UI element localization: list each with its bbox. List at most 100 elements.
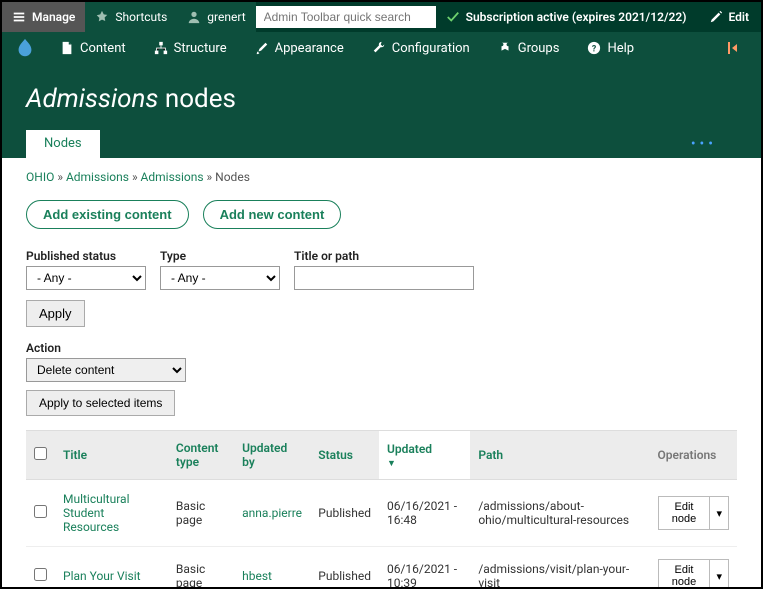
crumb-adm1[interactable]: Admissions bbox=[66, 170, 129, 184]
edit-node-dropdown[interactable]: ▾ bbox=[710, 559, 729, 589]
row-title-link[interactable]: Multicultural Student Resources bbox=[63, 492, 130, 534]
row-ctype: Basic page bbox=[168, 480, 234, 547]
row-title-link[interactable]: Plan Your Visit bbox=[63, 569, 141, 583]
groups-icon bbox=[498, 41, 512, 55]
structure-icon bbox=[154, 41, 168, 55]
type-select[interactable]: - Any - bbox=[160, 266, 280, 290]
col-status[interactable]: Status bbox=[310, 431, 379, 480]
row-status: Published bbox=[310, 547, 379, 589]
edit-button[interactable]: Edit bbox=[697, 10, 761, 24]
type-label: Type bbox=[160, 249, 280, 263]
breadcrumb: OHIO » Admissions » Admissions » Nodes bbox=[26, 170, 737, 184]
col-ctype[interactable]: Content type bbox=[168, 431, 234, 480]
title-path-label: Title or path bbox=[294, 249, 474, 263]
page-header: Admissions nodes Nodes ••• bbox=[2, 64, 761, 158]
table-header-row: Title Content type Updated by Status Upd… bbox=[26, 431, 737, 480]
edit-node-dropdown[interactable]: ▾ bbox=[710, 496, 729, 530]
collapse-toolbar-button[interactable] bbox=[717, 41, 753, 55]
pub-status-select[interactable]: - Any - bbox=[26, 266, 146, 290]
edit-node-button[interactable]: Edit node bbox=[658, 496, 711, 530]
menu-content-label: Content bbox=[80, 41, 126, 56]
select-all-checkbox[interactable] bbox=[34, 447, 47, 460]
col-path[interactable]: Path bbox=[470, 431, 649, 480]
action-label: Action bbox=[26, 341, 737, 355]
page-body: OHIO » Admissions » Admissions » Nodes A… bbox=[2, 158, 761, 589]
row-ctype: Basic page bbox=[168, 547, 234, 589]
pub-status-label: Published status bbox=[26, 249, 146, 263]
row-path: /admissions/visit/plan-your-visit bbox=[470, 547, 649, 589]
pencil-icon bbox=[709, 10, 723, 24]
menu-appearance[interactable]: Appearance bbox=[241, 32, 358, 64]
menu-config-label: Configuration bbox=[392, 41, 470, 56]
menu-content[interactable]: Content bbox=[46, 32, 140, 64]
add-new-button[interactable]: Add new content bbox=[203, 200, 342, 229]
page-title-italic: Admissions bbox=[26, 84, 158, 114]
crumb-sep: » bbox=[207, 170, 216, 184]
table-row: Plan Your Visit Basic page hbest Publish… bbox=[26, 547, 737, 589]
file-icon bbox=[60, 41, 74, 55]
title-path-input[interactable] bbox=[294, 266, 474, 290]
brush-icon bbox=[255, 41, 269, 55]
shortcuts-link[interactable]: Shortcuts bbox=[85, 2, 177, 32]
tab-fill: ••• bbox=[100, 130, 737, 158]
table-row: Multicultural Student Resources Basic pa… bbox=[26, 480, 737, 547]
col-ops: Operations bbox=[650, 431, 738, 480]
crumb-sep: » bbox=[132, 170, 141, 184]
tab-overflow-dots[interactable]: ••• bbox=[691, 136, 717, 152]
user-name: grenert bbox=[207, 10, 245, 24]
collapse-icon bbox=[727, 41, 743, 55]
user-menu[interactable]: grenert bbox=[177, 2, 255, 32]
crumb-adm2[interactable]: Admissions bbox=[141, 170, 204, 184]
check-icon bbox=[446, 10, 460, 24]
page-title-rest: nodes bbox=[158, 84, 236, 114]
apply-selected-button[interactable]: Apply to selected items bbox=[26, 390, 175, 416]
col-updated-label: Updated bbox=[387, 442, 432, 456]
menu-help[interactable]: ? Help bbox=[573, 32, 648, 64]
manage-toggle[interactable]: Manage bbox=[2, 2, 85, 32]
user-icon bbox=[187, 10, 201, 24]
star-icon bbox=[95, 10, 109, 24]
menu-configuration[interactable]: Configuration bbox=[358, 32, 484, 64]
hamburger-icon bbox=[12, 10, 26, 24]
menu-help-label: Help bbox=[607, 41, 634, 56]
edit-label: Edit bbox=[728, 10, 749, 24]
help-icon: ? bbox=[587, 41, 601, 55]
col-updated[interactable]: Updated ▼ bbox=[379, 431, 470, 480]
row-updated: 06/16/2021 - 10:39 bbox=[379, 547, 470, 589]
subscription-label: Subscription active (expires 2021/12/22) bbox=[466, 10, 687, 24]
tab-nodes[interactable]: Nodes bbox=[26, 130, 100, 158]
crumb-sep: » bbox=[57, 170, 66, 184]
subscription-status: Subscription active (expires 2021/12/22) bbox=[436, 10, 697, 24]
drupal-logo-icon bbox=[14, 37, 36, 59]
row-checkbox[interactable] bbox=[34, 568, 47, 581]
action-select[interactable]: Delete content bbox=[26, 358, 186, 382]
tab-strip: Nodes ••• bbox=[26, 130, 737, 158]
page-title: Admissions nodes bbox=[26, 84, 737, 114]
crumb-ohio[interactable]: OHIO bbox=[26, 170, 54, 184]
col-uby[interactable]: Updated by bbox=[234, 431, 310, 480]
admin-search-input[interactable] bbox=[256, 6, 436, 28]
add-existing-button[interactable]: Add existing content bbox=[26, 200, 189, 229]
menu-groups[interactable]: Groups bbox=[484, 32, 574, 64]
row-checkbox[interactable] bbox=[34, 505, 47, 518]
menu-structure-label: Structure bbox=[174, 41, 227, 56]
row-updated: 06/16/2021 - 16:48 bbox=[379, 480, 470, 547]
edit-node-button[interactable]: Edit node bbox=[658, 559, 711, 589]
shortcuts-label: Shortcuts bbox=[115, 10, 167, 24]
row-status: Published bbox=[310, 480, 379, 547]
sort-desc-icon: ▼ bbox=[387, 458, 462, 469]
svg-text:?: ? bbox=[592, 45, 597, 55]
wrench-icon bbox=[372, 41, 386, 55]
crumb-nodes: Nodes bbox=[215, 170, 250, 184]
col-title[interactable]: Title bbox=[55, 431, 168, 480]
top-toolbar: Manage Shortcuts grenert Subscription ac… bbox=[2, 2, 761, 32]
nodes-table: Title Content type Updated by Status Upd… bbox=[26, 430, 737, 589]
admin-menu-bar: Content Structure Appearance Configurati… bbox=[2, 32, 761, 64]
row-uby-link[interactable]: hbest bbox=[242, 569, 272, 583]
menu-structure[interactable]: Structure bbox=[140, 32, 241, 64]
row-uby-link[interactable]: anna.pierre bbox=[242, 506, 302, 520]
row-path: /admissions/about-ohio/multicultural-res… bbox=[470, 480, 649, 547]
menu-groups-label: Groups bbox=[518, 41, 560, 56]
apply-filters-button[interactable]: Apply bbox=[26, 300, 85, 327]
menu-appearance-label: Appearance bbox=[275, 41, 344, 56]
